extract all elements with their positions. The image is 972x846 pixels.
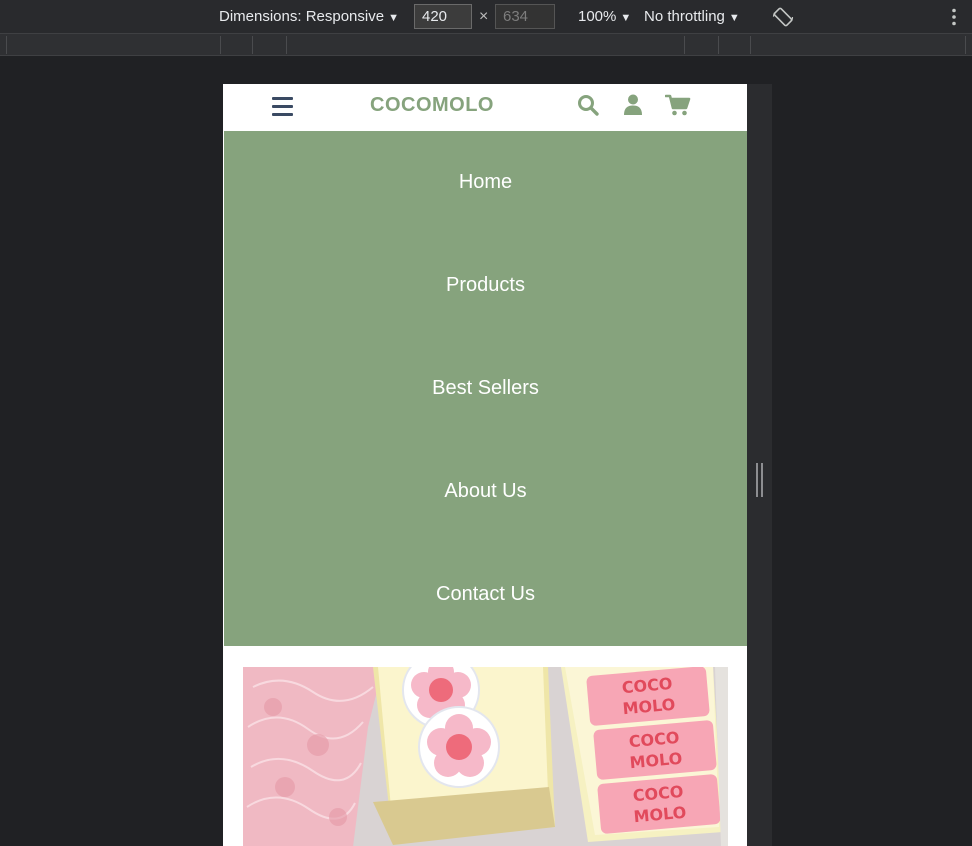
ruler-tick: [718, 36, 719, 54]
hero-image: COCO MOLO COCO MOLO COCO MOLO: [243, 667, 728, 846]
chevron-down-icon: ▼: [388, 12, 399, 24]
flower-sticker: [418, 706, 500, 788]
user-icon[interactable]: [621, 93, 645, 117]
chevron-down-icon: ▼: [728, 12, 740, 24]
hamburger-menu-icon[interactable]: [272, 96, 293, 116]
brand-logo[interactable]: COCOMOLO: [370, 94, 494, 117]
zoom-label: 100%: [578, 8, 617, 25]
cocomolo-sticker: COCO MOLO: [586, 667, 710, 726]
ruler-tick: [750, 36, 751, 54]
nav-item-products[interactable]: Products: [224, 234, 747, 337]
dimensions-dropdown[interactable]: Dimensions: Responsive ▼: [219, 0, 399, 33]
nav-item-home[interactable]: Home: [224, 131, 747, 234]
dimensions-label: Dimensions: Responsive: [219, 8, 385, 25]
ruler-tick: [965, 36, 966, 54]
site-header: COCOMOLO: [223, 84, 747, 131]
cocomolo-sticker: COCO MOLO: [597, 774, 721, 834]
throttling-label: No throttling: [644, 8, 725, 25]
width-input[interactable]: 420: [414, 4, 472, 29]
media-query-ruler[interactable]: [0, 33, 972, 56]
ruler-tick: [286, 36, 287, 54]
nav-item-best-sellers[interactable]: Best Sellers: [224, 337, 747, 440]
more-options-icon[interactable]: [945, 8, 963, 26]
device-toolbar: Dimensions: Responsive ▼ 420 × 634 100% ▼ …: [0, 0, 972, 33]
dimension-separator: ×: [479, 8, 489, 25]
rotate-icon[interactable]: [772, 6, 794, 28]
throttling-dropdown[interactable]: No throttling ▼: [644, 0, 740, 33]
ruler-tick: [220, 36, 221, 54]
height-input[interactable]: 634: [495, 4, 555, 29]
ruler-tick: [6, 36, 7, 54]
cart-icon[interactable]: [664, 93, 691, 117]
cocomolo-sticker: COCO MOLO: [593, 720, 717, 780]
chevron-down-icon: ▼: [620, 12, 632, 24]
resize-handle[interactable]: [756, 463, 764, 497]
device-viewport: COCOMOLO Home Products Best Sellers Abou…: [223, 84, 747, 846]
nav-item-about-us[interactable]: About Us: [224, 440, 747, 543]
ruler-tick: [252, 36, 253, 54]
zoom-dropdown[interactable]: 100% ▼: [578, 0, 631, 33]
ruler-tick: [684, 36, 685, 54]
nav-item-contact-us[interactable]: Contact Us: [224, 543, 747, 646]
mobile-nav-menu: Home Products Best Sellers About Us Cont…: [224, 131, 747, 646]
search-icon[interactable]: [576, 93, 600, 117]
